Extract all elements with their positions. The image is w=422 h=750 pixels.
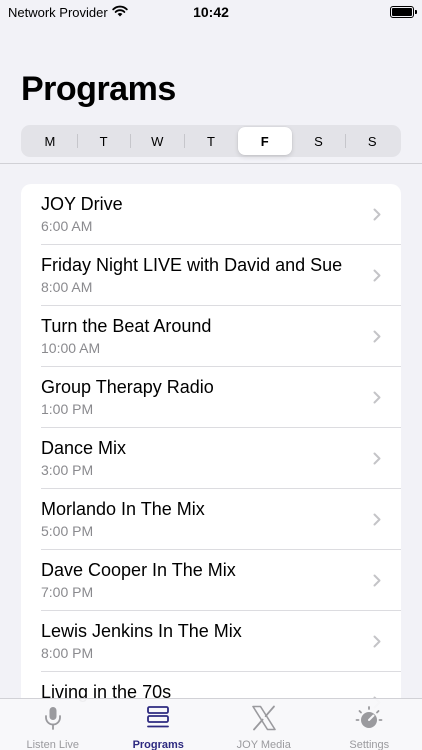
program-title: Dance Mix (41, 438, 127, 458)
wifi-icon (112, 5, 128, 20)
chevron-right-icon (373, 574, 381, 587)
carrier-label: Network Provider (8, 4, 108, 20)
tab-label: Settings (349, 739, 390, 750)
tab-bar: Listen Live Programs JOY Media Settings (0, 698, 422, 750)
microphone-icon (39, 705, 67, 736)
tab-listen-live[interactable]: Listen Live (0, 699, 106, 750)
day-segment-3[interactable]: T (184, 127, 238, 155)
tab-label: Programs (132, 739, 184, 750)
tab-label: Listen Live (26, 739, 80, 750)
chevron-right-icon (373, 513, 381, 526)
program-title: Dave Cooper In The Mix (41, 560, 236, 580)
program-row[interactable]: Turn the Beat Around 10:00 AM (21, 306, 401, 367)
program-time: 8:00 PM (41, 645, 94, 661)
page-title: Programs (21, 70, 176, 108)
program-title: Morlando In The Mix (41, 499, 205, 519)
program-time: 10:00 AM (41, 340, 101, 356)
chevron-right-icon (373, 391, 381, 404)
chevron-right-icon (373, 208, 381, 221)
day-segment-1[interactable]: T (76, 127, 131, 155)
chevron-right-icon (373, 269, 381, 282)
day-segment-0[interactable]: M (23, 127, 77, 155)
battery-fill (392, 8, 412, 16)
gauge-icon (355, 705, 383, 736)
program-time: 3:00 PM (41, 462, 94, 478)
program-time: 7:00 PM (41, 584, 94, 600)
program-time: 5:00 PM (41, 523, 94, 539)
program-title: Friday Night LIVE with David and Sue (41, 255, 343, 275)
chevron-right-icon (373, 452, 381, 465)
screen: Network Provider 10:42 Programs MTWTFSS … (0, 0, 422, 750)
tab-label: JOY Media (236, 739, 291, 750)
status-bar: Network Provider 10:42 (0, 0, 422, 24)
program-time: 6:00 AM (41, 218, 93, 234)
program-title: Lewis Jenkins In The Mix (41, 621, 242, 641)
tab-programs[interactable]: Programs (106, 699, 212, 750)
day-segment-5[interactable]: S (292, 127, 346, 155)
day-segment-6[interactable]: S (345, 127, 399, 155)
program-row[interactable]: Morlando In The Mix 5:00 PM (21, 489, 401, 550)
tab-settings[interactable]: Settings (317, 699, 422, 750)
day-segment-2[interactable]: W (130, 127, 184, 155)
program-list: JOY Drive 6:00 AM Friday Night LIVE with D… (21, 184, 401, 733)
status-left: Network Provider (8, 5, 128, 20)
program-row[interactable]: Dave Cooper In The Mix 7:00 PM (21, 550, 401, 611)
program-row[interactable]: Friday Night LIVE with David and Sue 8:00… (21, 245, 401, 306)
program-time: 1:00 PM (41, 401, 94, 417)
day-segmented-control: MTWTFSS (21, 125, 401, 157)
chevron-right-icon (373, 635, 381, 648)
header-divider (0, 163, 422, 164)
program-row[interactable]: JOY Drive 6:00 AM (21, 184, 401, 245)
program-row[interactable]: Dance Mix 3:00 PM (21, 428, 401, 489)
program-row[interactable]: Lewis Jenkins In The Mix 8:00 PM (21, 611, 401, 672)
battery-icon (390, 6, 417, 18)
program-title: JOY Drive (41, 194, 123, 214)
program-title: Turn the Beat Around (41, 316, 212, 336)
list-stack-icon (144, 705, 172, 736)
chevron-right-icon (373, 330, 381, 343)
program-title: Group Therapy Radio (41, 377, 214, 397)
x-logo-icon (250, 705, 278, 736)
tab-joy-media[interactable]: JOY Media (211, 699, 317, 750)
program-time: 8:00 AM (41, 279, 93, 295)
day-segment-4[interactable]: F (237, 127, 292, 155)
program-row[interactable]: Group Therapy Radio 1:00 PM (21, 367, 401, 428)
